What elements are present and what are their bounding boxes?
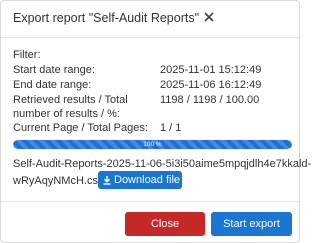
export-dialog: Export report "Self-Audit Reports" Filte… [0,0,311,243]
export-filename-cont: wRyAqyNMcH.csv [13,175,104,187]
footer-divider [1,201,299,202]
export-progress-bar: 100 % [13,140,292,149]
results-value: 1198 / 1198 / 100.00 [160,94,260,106]
progress-fill: 100 % [13,140,292,149]
dialog-header: Export report "Self-Audit Reports" [1,1,299,37]
end-date-value: 2025-11-06 16:12:49 [160,79,262,91]
filter-label: Filter: [13,49,41,61]
results-label-cont: number of results / %: [13,108,120,120]
close-button[interactable]: Close [125,212,205,236]
start-date-label: Start date range: [13,64,95,76]
close-icon[interactable] [202,10,216,24]
download-file-label: Download file [114,174,181,186]
start-export-button[interactable]: Start export [211,212,292,236]
pages-value: 1 / 1 [160,122,182,134]
header-divider [1,37,299,38]
pages-label: Current Page / Total Pages: [13,122,148,134]
start-date-value: 2025-11-01 15:12:49 [160,64,262,76]
download-file-button[interactable]: Download file [98,171,182,189]
dialog-title: Export report "Self-Audit Reports" [13,11,200,25]
download-icon [103,176,111,185]
end-date-label: End date range: [13,79,92,91]
results-label: Retrieved results / Total [13,94,128,106]
progress-label: 100 % [143,141,162,148]
export-filename: Self-Audit-Reports-2025-11-06-5i3i50aime… [13,158,312,170]
